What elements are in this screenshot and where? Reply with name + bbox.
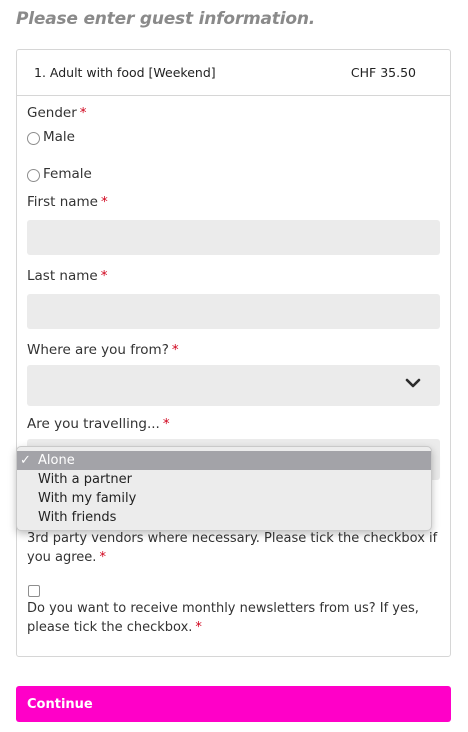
last-name-label: Last name * (27, 268, 107, 284)
travelling-option-alone[interactable]: ✓ Alone (17, 451, 431, 470)
female-radio-label: Female (43, 166, 92, 182)
male-radio[interactable] (27, 131, 40, 145)
continue-button[interactable]: Continue (16, 686, 451, 722)
travelling-label: Are you travelling... * (27, 416, 170, 432)
travelling-dropdown-menu: ✓ Alone With a partner With my family Wi… (16, 446, 432, 531)
travelling-option-friends[interactable]: With friends (17, 508, 431, 527)
page-title: Please enter guest information. (16, 9, 315, 29)
newsletter-text: Do you want to receive monthly newslette… (27, 599, 447, 637)
option-label: With my family (38, 491, 137, 506)
option-label: With friends (38, 510, 117, 525)
required-mark: * (162, 416, 170, 432)
ticket-name: 1. Adult with food [Weekend] (34, 65, 216, 80)
vendors-consent-text: 3rd party vendors where necessary. Pleas… (27, 529, 447, 567)
gender-option-male[interactable]: Male (27, 129, 75, 145)
origin-select[interactable] (27, 365, 440, 406)
female-radio[interactable] (27, 168, 40, 182)
option-label: With a partner (38, 472, 132, 487)
first-name-input[interactable] (27, 220, 440, 255)
chevron-down-icon (405, 378, 421, 388)
required-mark: * (99, 550, 106, 565)
ticket-price: CHF 35.50 (350, 65, 416, 80)
first-name-label-text: First name (27, 194, 98, 210)
required-mark: * (101, 194, 108, 210)
newsletter-checkbox[interactable] (28, 585, 40, 597)
vendors-consent-label: 3rd party vendors where necessary. Pleas… (27, 531, 438, 565)
last-name-label-text: Last name (27, 268, 98, 284)
last-name-input[interactable] (27, 294, 440, 329)
required-mark: * (79, 105, 87, 121)
origin-label-text: Where are you from? (27, 342, 169, 358)
required-mark: * (100, 268, 108, 284)
required-mark: * (171, 342, 179, 358)
travelling-label-text: Are you travelling... (27, 416, 160, 432)
first-name-label: First name * (27, 194, 108, 210)
gender-label-text: Gender (27, 105, 77, 121)
newsletter-label: Do you want to receive monthly newslette… (27, 601, 419, 635)
travelling-option-family[interactable]: With my family (17, 489, 431, 508)
option-label: Alone (38, 453, 75, 468)
guest-form-card: 1. Adult with food [Weekend] CHF 35.50 G… (16, 49, 451, 657)
required-mark: * (195, 620, 202, 635)
ticket-header: 1. Adult with food [Weekend] CHF 35.50 (17, 50, 450, 96)
gender-label: Gender * (27, 105, 87, 121)
origin-label: Where are you from? * (27, 342, 179, 358)
male-radio-label: Male (43, 129, 75, 145)
travelling-option-partner[interactable]: With a partner (17, 470, 431, 489)
checkmark-icon: ✓ (20, 453, 31, 468)
gender-option-female[interactable]: Female (27, 166, 92, 182)
